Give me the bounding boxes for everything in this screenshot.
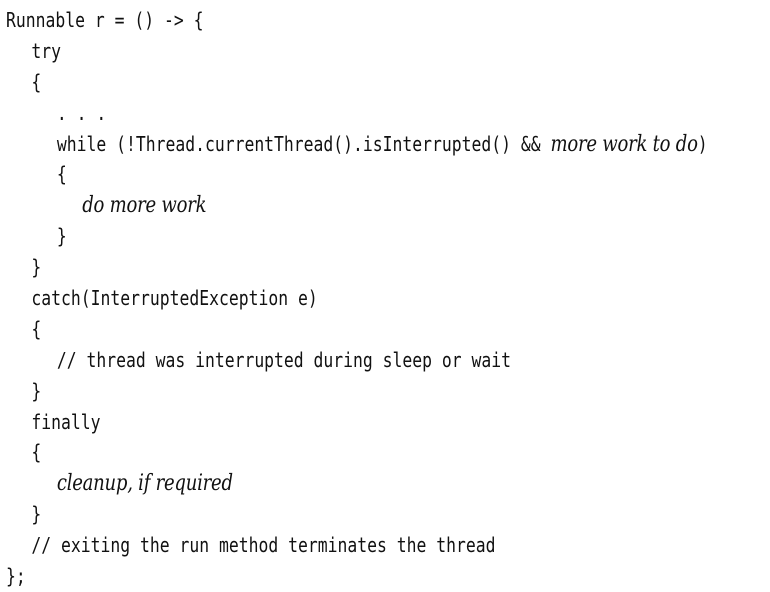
code-line-while-open-brace: { [56, 162, 67, 187]
code-line-runnable-declaration: Runnable r = () -> { [6, 8, 204, 32]
while-close-paren: ) [697, 131, 708, 156]
code-line-catch-open-brace: { [31, 316, 42, 341]
code-line-closing: }; [6, 564, 26, 589]
cleanup-placeholder: cleanup, if required [56, 471, 233, 497]
code-line-finally-close-brace: } [31, 502, 42, 527]
code-line-while-condition: while (!Thread.currentThread().isInterru… [6, 129, 708, 160]
while-code-text: while (!Thread.currentThread().isInterru… [56, 131, 551, 156]
code-line-do-more-work: do more work [6, 190, 708, 221]
code-line-finally: finally [31, 409, 101, 434]
code-line-cleanup: cleanup, if required [6, 468, 708, 499]
code-listing: Runnable r = () -> { try { . . . while (… [6, 5, 770, 592]
code-line-try: try [31, 38, 62, 63]
code-line-finally-open-brace: { [31, 440, 42, 465]
code-line-catch: catch(InterruptedException e) [31, 286, 318, 311]
code-line-while-close-brace: } [56, 224, 67, 249]
while-placeholder-text: more work to do [550, 131, 698, 157]
code-line-try-close-brace: } [31, 255, 42, 280]
do-more-work-placeholder: do more work [82, 193, 207, 219]
code-line-exit-comment: // exiting the run method terminates the… [31, 533, 496, 558]
code-line-ellipsis: . . . [56, 100, 107, 125]
code-line-catch-close-brace: } [31, 378, 42, 403]
code-line-interrupted-comment: // thread was interrupted during sleep o… [56, 347, 512, 372]
code-line-try-open-brace: { [31, 69, 42, 94]
